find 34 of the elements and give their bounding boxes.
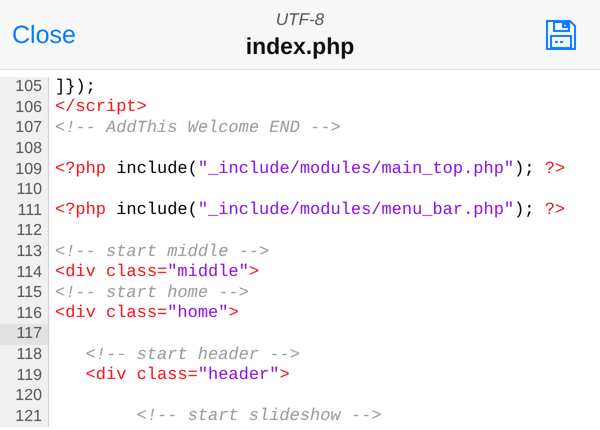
code-line: <div class="header"> bbox=[86, 366, 290, 386]
line-number: 108 bbox=[15, 140, 42, 158]
line-number: 105 bbox=[15, 78, 42, 96]
line-number: 113 bbox=[16, 243, 42, 262]
code-line: <?php include("_include/modules/menu_bar.php"); ?> bbox=[55, 201, 566, 220]
code-line: <!-- start header --> bbox=[86, 346, 300, 365]
line-number: 110 bbox=[16, 181, 42, 200]
code-line: <!-- start slideshow --> bbox=[136, 407, 382, 426]
file-title: index.php bbox=[246, 32, 354, 60]
line-number: 112 bbox=[16, 222, 42, 240]
code-line: </script> bbox=[55, 98, 147, 118]
line-number: 121 bbox=[15, 408, 42, 426]
save-button[interactable] bbox=[544, 18, 578, 52]
code-line: <div class="home"> bbox=[55, 304, 239, 324]
code-line: <?php include("_include/modules/main_top.php"); ?> bbox=[55, 160, 566, 180]
encoding-label: UTF-8 bbox=[276, 10, 324, 30]
line-number: 118 bbox=[16, 346, 42, 364]
line-number: 109 bbox=[15, 160, 42, 179]
save-icon bbox=[544, 18, 578, 52]
line-number: 114 bbox=[16, 264, 42, 282]
close-button[interactable]: Close bbox=[12, 21, 76, 50]
line-number: 116 bbox=[16, 304, 42, 323]
code-line: <div class="middle"> bbox=[55, 263, 260, 282]
code-line: <!-- start home --> bbox=[55, 284, 249, 303]
line-number: 107 bbox=[15, 119, 42, 138]
code-line: <!-- AddThis Welcome END --> bbox=[55, 118, 341, 138]
line-number: 119 bbox=[16, 366, 42, 385]
line-number: 115 bbox=[16, 284, 42, 302]
code-line: ]}); bbox=[55, 78, 96, 97]
line-number: 120 bbox=[15, 387, 42, 406]
line-number: 106 bbox=[15, 98, 42, 117]
code-line: <!-- start middle --> bbox=[55, 242, 270, 262]
line-number: 117 bbox=[16, 325, 42, 344]
line-number: 111 bbox=[18, 202, 42, 220]
